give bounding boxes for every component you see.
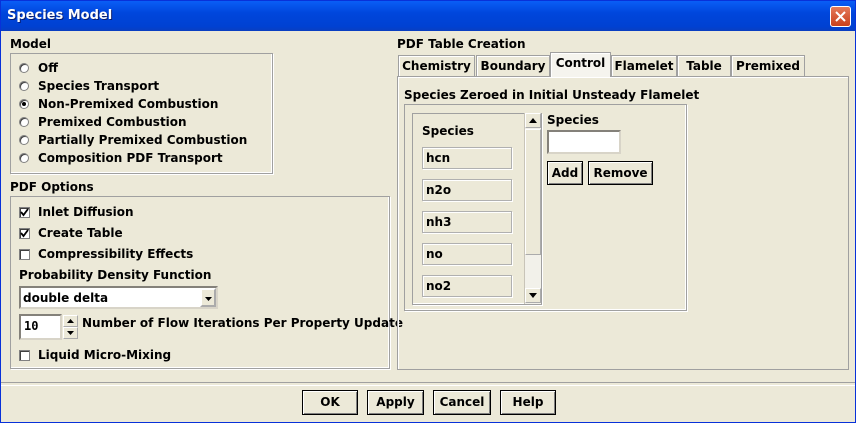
- cancel-button[interactable]: Cancel: [433, 390, 491, 415]
- radio-label: Species Transport: [38, 79, 160, 93]
- radio-button[interactable]: [19, 135, 29, 145]
- radio-non-premixed[interactable]: Non-Premixed Combustion: [19, 96, 218, 112]
- scroll-thumb[interactable]: [525, 129, 541, 255]
- radio-species-transport[interactable]: Species Transport: [19, 78, 159, 94]
- down-arrow-icon: [529, 293, 537, 298]
- pdf-table-label: PDF Table Creation: [397, 37, 526, 51]
- tab-table[interactable]: Table: [677, 55, 731, 77]
- checkbox[interactable]: [19, 349, 30, 361]
- spin-up-button[interactable]: [63, 315, 78, 327]
- list-item[interactable]: n2o: [422, 179, 512, 201]
- species-input-label: Species: [547, 113, 599, 127]
- radio-label: Partially Premixed Combustion: [38, 133, 248, 147]
- radio-composition-pdf[interactable]: Composition PDF Transport: [19, 150, 223, 166]
- help-button[interactable]: Help: [500, 390, 556, 415]
- scroll-up-button[interactable]: [525, 113, 541, 128]
- radio-label: Premixed Combustion: [38, 115, 187, 129]
- pdf-options-label: PDF Options: [10, 180, 94, 194]
- up-arrow-icon: [529, 118, 537, 123]
- pdf-function-label: Probability Density Function: [19, 268, 212, 282]
- tab-premixed[interactable]: Premixed: [731, 55, 805, 77]
- list-item[interactable]: nh3: [422, 211, 512, 233]
- dropdown-value: double delta: [23, 291, 109, 305]
- model-label: Model: [10, 37, 52, 51]
- radio-off[interactable]: Off: [19, 60, 58, 76]
- checkbox-label: Create Table: [38, 226, 123, 240]
- radio-label: Off: [38, 61, 58, 75]
- down-arrow-icon: [67, 331, 74, 335]
- radio-label: Composition PDF Transport: [38, 151, 223, 165]
- title-bar[interactable]: Species Model: [1, 1, 855, 31]
- radio-button[interactable]: [19, 153, 29, 163]
- check-icon: [20, 207, 29, 216]
- list-item[interactable]: no2: [422, 275, 512, 297]
- apply-button[interactable]: Apply: [367, 390, 424, 415]
- panel-title: Species Zeroed in Initial Unsteady Flame…: [404, 88, 700, 102]
- checkbox-label: Inlet Diffusion: [38, 205, 134, 219]
- scroll-down-button[interactable]: [525, 288, 541, 303]
- window-title: Species Model: [7, 8, 113, 23]
- radio-button[interactable]: [19, 81, 29, 91]
- close-icon: [835, 11, 846, 22]
- species-input[interactable]: [547, 130, 621, 154]
- tab-chemistry[interactable]: Chemistry: [398, 55, 475, 77]
- remove-button[interactable]: Remove: [588, 161, 653, 185]
- list-header: Species: [422, 124, 474, 138]
- tab-boundary[interactable]: Boundary: [476, 55, 550, 77]
- up-arrow-icon: [67, 319, 74, 323]
- create-table-checkbox[interactable]: Create Table: [19, 225, 123, 241]
- close-button[interactable]: [830, 6, 851, 27]
- pdf-options-group: [10, 196, 390, 369]
- inlet-diffusion-checkbox[interactable]: Inlet Diffusion: [19, 204, 134, 220]
- radio-button[interactable]: [19, 63, 29, 73]
- radio-partially-premixed[interactable]: Partially Premixed Combustion: [19, 132, 247, 148]
- liquid-micro-mixing-checkbox[interactable]: Liquid Micro-Mixing: [19, 347, 171, 363]
- checkbox[interactable]: [19, 227, 30, 239]
- tab-flamelet[interactable]: Flamelet: [611, 55, 677, 77]
- species-model-dialog: Species Model Model Off Species Transpor…: [0, 0, 856, 423]
- chevron-down-icon: [205, 297, 212, 301]
- list-item[interactable]: hcn: [422, 147, 512, 169]
- checkbox[interactable]: [19, 248, 30, 260]
- compressibility-checkbox[interactable]: Compressibility Effects: [19, 246, 193, 262]
- footer-separator: [1, 382, 855, 386]
- list-item[interactable]: no: [422, 243, 512, 265]
- checkbox-label: Liquid Micro-Mixing: [38, 348, 172, 362]
- radio-button-selected[interactable]: [19, 99, 29, 109]
- ok-button[interactable]: OK: [302, 390, 358, 415]
- add-button[interactable]: Add: [547, 161, 583, 185]
- radio-premixed[interactable]: Premixed Combustion: [19, 114, 187, 130]
- radio-label: Non-Premixed Combustion: [38, 97, 219, 111]
- pdf-function-dropdown[interactable]: double delta: [19, 286, 218, 309]
- check-icon: [20, 228, 29, 237]
- radio-button[interactable]: [19, 117, 29, 127]
- spin-down-button[interactable]: [63, 327, 78, 339]
- species-scrollbar[interactable]: [524, 113, 541, 304]
- dropdown-arrow-button[interactable]: [200, 288, 216, 307]
- checkbox-label: Compressibility Effects: [38, 247, 194, 261]
- checkbox[interactable]: [19, 206, 30, 218]
- iterations-spinner[interactable]: [63, 315, 78, 339]
- tab-control[interactable]: Control: [550, 52, 611, 77]
- iterations-label: Number of Flow Iterations Per Property U…: [82, 316, 403, 330]
- iterations-input[interactable]: 10: [19, 314, 62, 340]
